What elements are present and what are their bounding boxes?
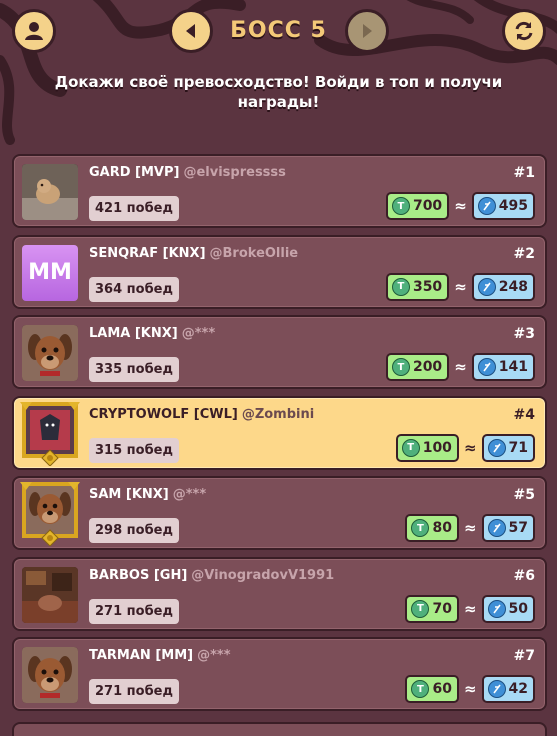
initials-avatar: MM	[22, 244, 78, 301]
approx-sign: ≈	[454, 277, 467, 296]
framed-dog-avatar-icon	[20, 482, 80, 546]
reward-group: T 700 ≈ 495	[385, 192, 535, 220]
leaderboard-row[interactable]: LAMA [KNX] @*** #3 335 побед T 200 ≈ 141	[12, 315, 547, 389]
player-handle: @elvispressss	[183, 165, 286, 180]
player-name: CRYPTOWOLF [CWL] @Zombini	[89, 406, 315, 422]
player-handle: @BrokeOllie	[209, 245, 299, 261]
ton-reward: T 200	[385, 353, 450, 381]
player-name: GARD [MVP] @elvispressss	[89, 165, 286, 180]
leaderboard-row[interactable]: TARMAN [MM] @*** #7 271 побед T 60 ≈ 42	[12, 637, 547, 711]
dog-avatar-icon	[22, 325, 78, 381]
dog-avatar-icon	[22, 647, 78, 703]
token-coin-icon	[487, 680, 506, 698]
ton-coin-icon: T	[411, 519, 430, 537]
wins-badge: 315 побед	[89, 437, 179, 463]
reward-group: T 200 ≈ 141	[385, 353, 535, 381]
rank-label: #2	[513, 245, 535, 262]
wins-badge: 298 побед	[89, 518, 179, 543]
token-reward: 248	[471, 272, 535, 301]
player-handle: @***	[181, 326, 216, 341]
player-name: BARBOS [GH] @VinogradovV1991	[89, 567, 335, 583]
ton-reward: T 70	[405, 594, 459, 623]
ton-coin-icon: T	[411, 680, 430, 698]
reward-group: T 60 ≈ 42	[405, 675, 535, 703]
ton-coin-icon: T	[391, 277, 410, 296]
approx-sign: ≈	[454, 358, 467, 376]
approx-sign: ≈	[463, 519, 477, 537]
rank-label: #6	[513, 567, 535, 584]
approx-sign: ≈	[463, 438, 477, 457]
ton-coin-icon: T	[391, 197, 410, 215]
avatar	[18, 400, 82, 466]
refresh-icon	[515, 21, 533, 41]
avatar	[22, 647, 78, 703]
wins-badge: 364 побед	[89, 276, 179, 302]
player-handle: @***	[197, 648, 231, 663]
arrow-right-icon	[363, 24, 372, 38]
token-coin-icon	[477, 277, 496, 296]
ton-coin-icon: T	[401, 438, 420, 457]
player-name: LAMA [KNX] @***	[89, 326, 216, 341]
page-subtitle: Докажи своё превосходство! Войди в топ и…	[54, 73, 503, 111]
ton-reward: T 60	[405, 675, 459, 703]
approx-sign: ≈	[463, 599, 477, 618]
rank-label: #7	[513, 648, 535, 664]
rank-label: #5	[513, 487, 535, 503]
player-name: SENQRAF [KNX] @BrokeOllie	[89, 245, 299, 261]
token-coin-icon	[487, 519, 506, 537]
token-reward: 71	[481, 433, 535, 462]
token-reward: 50	[481, 594, 535, 623]
avatar	[22, 325, 78, 381]
leaderboard-row[interactable]: BARBOS [GH] @VinogradovV1991 #6 271 побед…	[12, 556, 547, 631]
ton-reward: T 700	[385, 192, 450, 220]
wins-badge: 271 побед	[89, 598, 179, 624]
ton-reward: T 350	[385, 272, 450, 301]
avatar	[22, 566, 78, 623]
ton-reward: T 100	[395, 433, 459, 462]
ton-reward: T 80	[405, 514, 459, 542]
token-reward: 42	[481, 675, 535, 703]
approx-sign: ≈	[463, 680, 477, 698]
reward-group: T 70 ≈ 50	[405, 594, 535, 623]
approx-sign: ≈	[454, 197, 467, 215]
rank-label: #3	[513, 326, 535, 342]
header: БОСС 5	[0, 0, 557, 64]
leaderboard-row-partial[interactable]	[12, 722, 547, 736]
reward-group: T 100 ≈ 71	[395, 433, 535, 462]
player-handle: @Zombini	[241, 406, 315, 422]
token-coin-icon	[487, 599, 506, 618]
leaderboard-list: GARD [MVP] @elvispressss #1 421 побед T 70…	[12, 154, 547, 718]
avatar	[22, 164, 78, 220]
token-coin-icon	[477, 358, 496, 376]
leaderboard-row[interactable]: GARD [MVP] @elvispressss #1 421 побед T 70…	[12, 154, 547, 228]
gold-frame-icon	[20, 401, 80, 466]
wins-badge: 421 побед	[89, 196, 179, 221]
player-name: TARMAN [MM] @***	[89, 648, 231, 663]
avatar: MM	[22, 244, 78, 301]
leaderboard-row[interactable]: MM SENQRAF [KNX] @BrokeOllie #2 364 побед…	[12, 234, 547, 309]
token-reward: 495	[471, 192, 535, 220]
reward-group: T 80 ≈ 57	[405, 514, 535, 542]
ton-coin-icon: T	[391, 358, 410, 376]
wins-badge: 271 побед	[89, 679, 179, 704]
token-coin-icon	[477, 197, 496, 215]
player-name: SAM [KNX] @***	[89, 487, 207, 502]
leaderboard-row-current-player[interactable]: CRYPTOWOLF [CWL] @Zombini #4 315 побед T1…	[12, 395, 547, 470]
rank-label: #1	[513, 165, 535, 181]
player-handle: @***	[172, 487, 207, 502]
token-reward: 57	[481, 514, 535, 542]
refresh-button[interactable]	[502, 9, 546, 53]
avatar	[18, 480, 82, 546]
rank-label: #4	[513, 406, 535, 423]
page-title: БОСС 5	[230, 18, 327, 43]
token-reward: 141	[471, 353, 535, 381]
next-boss-button[interactable]	[345, 9, 389, 53]
player-handle: @VinogradovV1991	[191, 567, 335, 583]
ton-coin-icon: T	[411, 599, 430, 618]
wins-badge: 335 побед	[89, 357, 179, 382]
token-coin-icon	[487, 438, 506, 457]
leaderboard-row[interactable]: SAM [KNX] @*** #5 298 побед T 80 ≈ 57	[12, 476, 547, 550]
reward-group: T 350 ≈ 248	[385, 272, 535, 301]
